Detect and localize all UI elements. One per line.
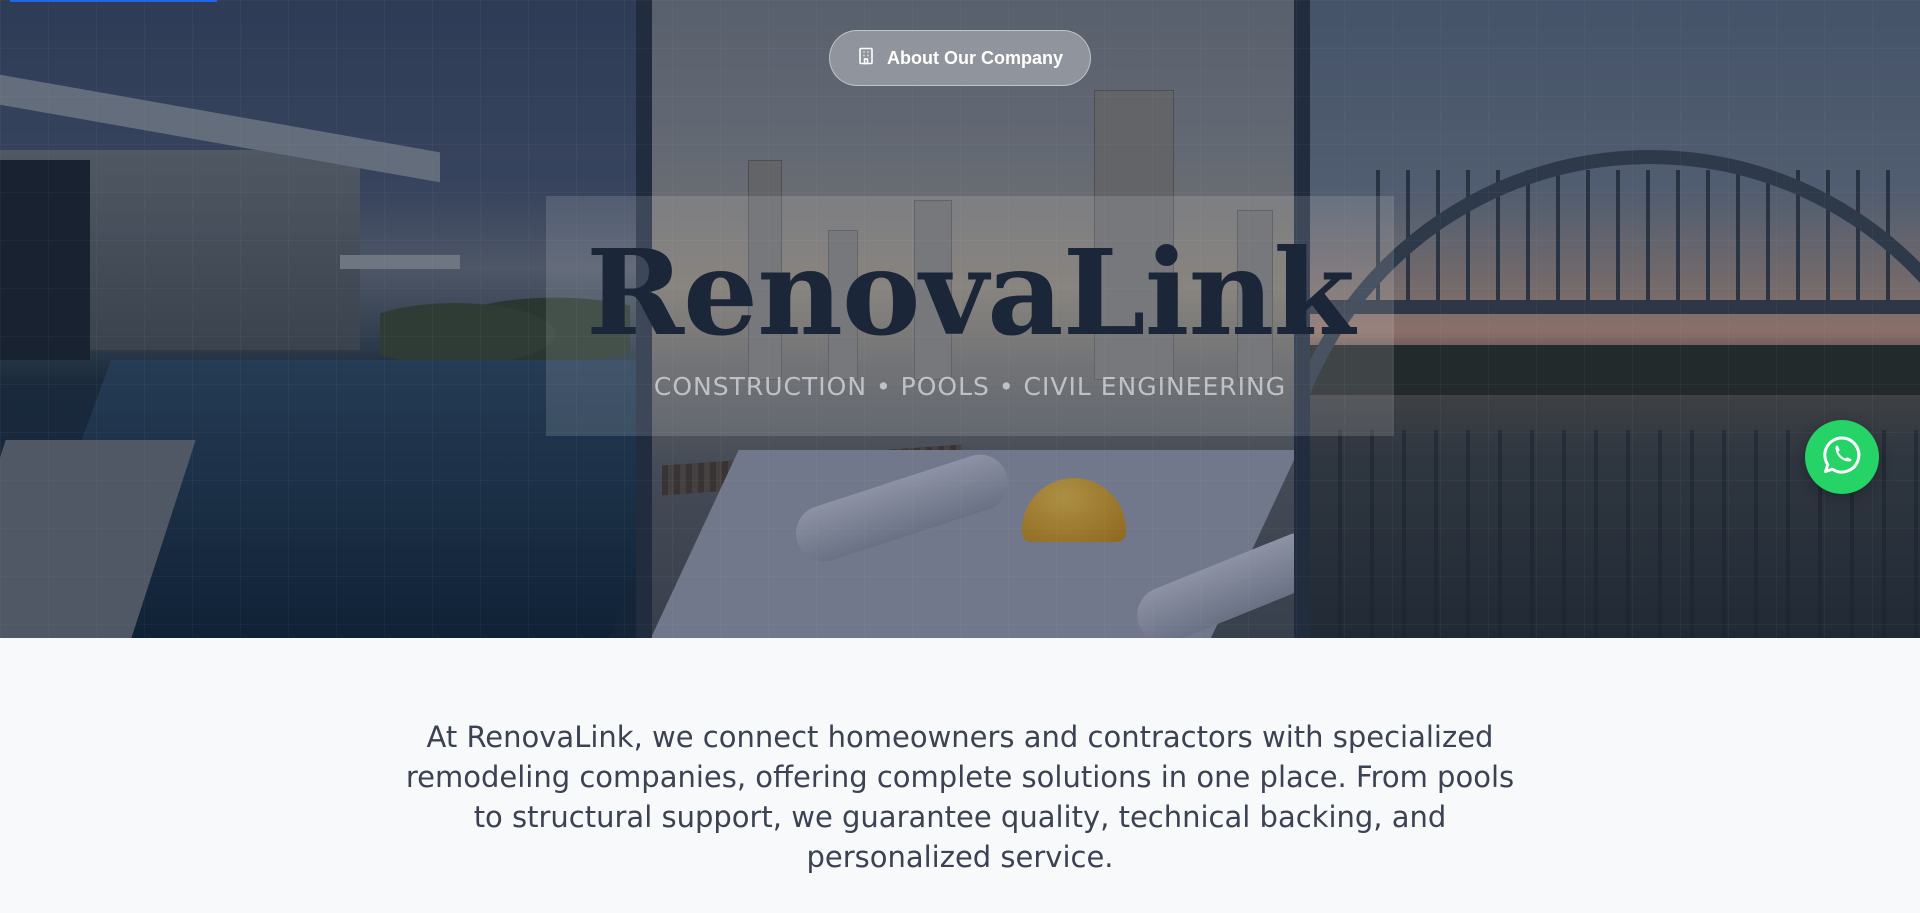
whatsapp-chat-button[interactable]	[1805, 420, 1879, 494]
brand-title: RenovaLink	[585, 223, 1355, 362]
about-company-label: About Our Company	[887, 47, 1063, 68]
whatsapp-icon	[1820, 433, 1864, 482]
building-icon	[857, 47, 875, 70]
about-company-button[interactable]: About Our Company	[829, 30, 1091, 86]
intro-paragraph: At RenovaLink, we connect homeowners and…	[405, 720, 1515, 874]
brand-tagline: CONSTRUCTION • POOLS • CIVIL ENGINEERING	[653, 372, 1287, 401]
hero-section: RenovaLink CONSTRUCTION • POOLS • CIVIL …	[0, 0, 1920, 638]
scroll-progress-bar	[10, 0, 217, 2]
